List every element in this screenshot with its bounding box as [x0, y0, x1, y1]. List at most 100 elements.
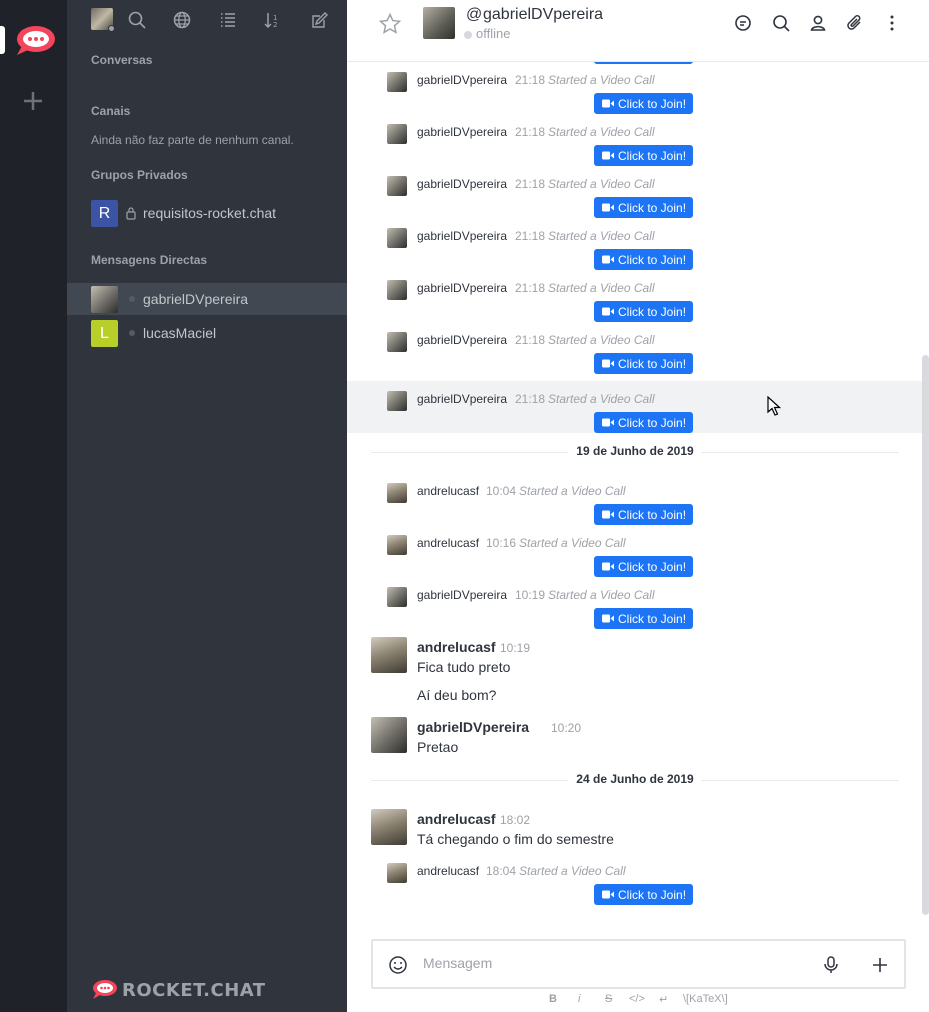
- message-username[interactable]: gabrielDVpereira: [417, 229, 507, 243]
- message-avatar[interactable]: [387, 72, 407, 92]
- message-avatar[interactable]: [387, 587, 407, 607]
- join-call-label: Click to Join!: [618, 253, 687, 267]
- join-call-button[interactable]: Click to Join!: [594, 93, 693, 114]
- room-status: offline: [464, 26, 510, 41]
- message-avatar[interactable]: [387, 391, 407, 411]
- join-call-label: Click to Join!: [618, 888, 687, 902]
- message-avatar[interactable]: [387, 280, 407, 300]
- message-avatar[interactable]: [387, 176, 407, 196]
- message-username[interactable]: gabrielDVpereira: [417, 588, 507, 602]
- message-body: Tá chegando o fim do semestre: [417, 831, 614, 847]
- message-input[interactable]: Mensagem: [423, 955, 492, 971]
- user-info-icon[interactable]: [808, 13, 828, 33]
- microphone-icon[interactable]: [821, 955, 841, 975]
- message-avatar[interactable]: [387, 332, 407, 352]
- message-username[interactable]: gabrielDVpereira: [417, 333, 507, 347]
- video-call-message: gabrielDVpereira 21:18 Started a Video C…: [347, 218, 922, 270]
- create-new-icon[interactable]: [310, 10, 330, 30]
- join-call-button[interactable]: Click to Join!: [594, 197, 693, 218]
- format-code-button[interactable]: </>: [629, 993, 645, 1005]
- video-call-message: gabrielDVpereira 21:18 Started a Video C…: [347, 62, 922, 114]
- message-avatar[interactable]: [387, 535, 407, 555]
- rocket-chat-brand-icon: [93, 980, 117, 999]
- join-call-button[interactable]: Click to Join!: [594, 353, 693, 374]
- video-camera-icon: [602, 562, 614, 571]
- message-time: 10:20: [551, 721, 582, 735]
- message-time: 10:19: [500, 641, 531, 655]
- message-username[interactable]: andrelucasf: [417, 484, 479, 498]
- search-messages-icon[interactable]: [771, 13, 791, 33]
- message-time: 21:18: [515, 73, 546, 87]
- message-avatar[interactable]: [387, 483, 407, 503]
- message-username[interactable]: gabrielDVpereira: [417, 125, 507, 139]
- join-call-button[interactable]: Click to Join!: [594, 608, 693, 629]
- format-strike-button[interactable]: S: [605, 993, 612, 1005]
- directory-icon[interactable]: [172, 10, 192, 30]
- message-time: 10:16: [486, 536, 517, 550]
- message-avatar[interactable]: [371, 809, 407, 845]
- files-icon[interactable]: [845, 13, 865, 33]
- join-call-button[interactable]: Click to Join!: [594, 145, 693, 166]
- message-avatar[interactable]: [387, 863, 407, 883]
- message-username[interactable]: gabrielDVpereira: [417, 719, 529, 735]
- user-avatar[interactable]: [91, 8, 115, 32]
- kebab-menu-icon[interactable]: [882, 13, 902, 33]
- video-camera-icon: [602, 890, 614, 899]
- format-katex-button[interactable]: \[KaTeX\]: [683, 993, 728, 1005]
- message-list-scrollbar[interactable]: [922, 355, 929, 915]
- view-mode-icon[interactable]: [218, 10, 238, 30]
- join-call-label: Click to Join!: [618, 201, 687, 215]
- room-avatar[interactable]: [423, 7, 455, 39]
- join-call-button[interactable]: Click to Join!: [594, 412, 693, 433]
- section-direct-messages: Mensagens Directas: [91, 253, 208, 267]
- sidebar-item-private-group[interactable]: R requisitos-rocket.chat: [67, 197, 347, 229]
- emoji-icon[interactable]: [388, 955, 408, 975]
- add-server-plus-icon[interactable]: [22, 90, 44, 112]
- brand-text: ROCKET.CHAT: [122, 980, 266, 1001]
- message-username[interactable]: gabrielDVpereira: [417, 392, 507, 406]
- message-username[interactable]: gabrielDVpereira: [417, 281, 507, 295]
- join-call-button[interactable]: Click to Join!: [594, 556, 693, 577]
- message-system-text: Started a Video Call: [519, 484, 626, 498]
- format-italic-button[interactable]: i: [578, 993, 580, 1005]
- video-camera-icon: [602, 359, 614, 368]
- discussion-icon[interactable]: [733, 13, 753, 33]
- join-call-button[interactable]: Click to Join!: [594, 884, 693, 905]
- message-time: 21:18: [515, 333, 546, 347]
- message-composer[interactable]: Mensagem: [371, 939, 906, 989]
- message-time: 21:18: [515, 177, 546, 191]
- message-avatar[interactable]: [371, 637, 407, 673]
- date-divider: 19 de Junho de 2019: [371, 444, 899, 458]
- message-avatar[interactable]: [387, 124, 407, 144]
- search-icon[interactable]: [127, 10, 147, 30]
- sort-icon[interactable]: 12: [263, 10, 283, 30]
- sidebar-item-dm-gabriel[interactable]: gabrielDVpereira: [67, 283, 347, 315]
- sidebar-item-dm-lucas[interactable]: L lucasMaciel: [67, 317, 347, 349]
- star-icon[interactable]: [378, 12, 402, 36]
- format-newline-button[interactable]: ↵: [659, 993, 668, 1006]
- message-username[interactable]: andrelucasf: [417, 639, 496, 655]
- join-call-button[interactable]: Click to Join!: [594, 301, 693, 322]
- video-call-message: gabrielDVpereira 21:18 Started a Video C…: [347, 114, 922, 166]
- join-call-label: Click to Join!: [618, 612, 687, 626]
- message-avatar[interactable]: [387, 228, 407, 248]
- message-username[interactable]: gabrielDVpereira: [417, 177, 507, 191]
- join-call-button[interactable]: Click to Join!: [594, 249, 693, 270]
- message-username[interactable]: andrelucasf: [417, 864, 479, 878]
- message-username[interactable]: andrelucasf: [417, 811, 496, 827]
- message-username[interactable]: gabrielDVpereira: [417, 73, 507, 87]
- user-status-dot: [108, 25, 115, 32]
- sidebar: 12 Conversas Canais Ainda não faz parte …: [67, 0, 347, 1012]
- plus-icon[interactable]: [870, 955, 890, 975]
- join-call-button[interactable]: Click to Join!: [594, 504, 693, 525]
- join-call-label: Click to Join!: [618, 97, 687, 111]
- room-title[interactable]: gabrielDVpereira: [483, 6, 603, 24]
- sidebar-item-label: lucasMaciel: [143, 325, 217, 341]
- message-avatar[interactable]: [371, 717, 407, 753]
- rocket-chat-logo-icon[interactable]: [14, 22, 56, 58]
- video-call-message: gabrielDVpereira 21:18 Started a Video C…: [347, 322, 922, 374]
- format-bold-button[interactable]: B: [549, 993, 557, 1005]
- message-list[interactable]: gabrielDVpereira 21:18 Started a Video C…: [347, 62, 922, 932]
- message-system-text: Started a Video Call: [548, 281, 655, 295]
- message-username[interactable]: andrelucasf: [417, 536, 479, 550]
